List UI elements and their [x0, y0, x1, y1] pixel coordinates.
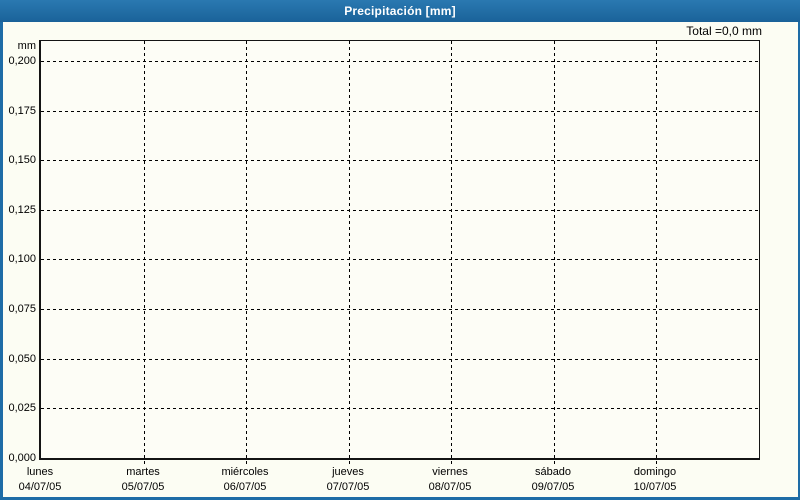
- y-gridline: [41, 61, 759, 62]
- y-axis-unit-label: mm: [17, 40, 36, 52]
- y-tick-label: 0,175: [8, 105, 36, 117]
- x-day-label: domingo 10/07/05: [600, 465, 710, 495]
- x-day-label: martes 05/07/05: [88, 465, 198, 495]
- chart-title: Precipitación [mm]: [344, 4, 456, 18]
- x-day-date: 09/07/05: [531, 481, 575, 493]
- y-tick-label: 0,100: [8, 253, 36, 265]
- chart-window: Precipitación [mm] Total =0,0 mm mm 0,20…: [0, 0, 800, 500]
- x-gridline: [656, 41, 657, 465]
- x-gridline: [349, 41, 350, 465]
- y-tick-label: 0,075: [8, 303, 36, 315]
- y-tick-label: 0,025: [8, 402, 36, 414]
- total-label: Total =0,0 mm: [686, 24, 762, 38]
- y-gridline: [41, 160, 759, 161]
- x-day-label: miércoles 06/07/05: [190, 465, 300, 495]
- plot-area: [39, 40, 760, 465]
- y-gridline: [41, 259, 759, 260]
- x-day-date: 05/07/05: [121, 481, 165, 493]
- y-tick-label: 0,150: [8, 154, 36, 166]
- y-gridline: [41, 309, 759, 310]
- x-gridline: [451, 41, 452, 465]
- x-day-label: jueves 07/07/05: [293, 465, 403, 495]
- y-gridline: [41, 111, 759, 112]
- y-gridline: [41, 408, 759, 409]
- x-day-name: jueves: [332, 466, 364, 478]
- y-tick-label: 0,050: [8, 353, 36, 365]
- x-day-name: viernes: [432, 466, 468, 478]
- x-day-date: 08/07/05: [428, 481, 472, 493]
- x-day-date: 04/07/05: [18, 481, 62, 493]
- x-day-label: viernes 08/07/05: [395, 465, 505, 495]
- chart-panel: Total =0,0 mm mm 0,200 0,175 0,150 0,125 0,1…: [3, 22, 798, 497]
- x-day-date: 06/07/05: [223, 481, 267, 493]
- x-day-name: miércoles: [221, 466, 269, 478]
- x-gridline: [554, 41, 555, 465]
- y-gridline: [41, 210, 759, 211]
- x-day-date: 07/07/05: [326, 481, 370, 493]
- x-gridline: [144, 41, 145, 465]
- x-day-name: sábado: [534, 466, 572, 478]
- plot-grid: [41, 41, 759, 465]
- x-gridline: [246, 41, 247, 465]
- x-day-name: martes: [126, 466, 160, 478]
- x-day-name: lunes: [26, 466, 54, 478]
- x-day-name: domingo: [633, 466, 677, 478]
- y-tick-label: 0,000: [8, 452, 36, 464]
- y-tick-label: 0,125: [8, 204, 36, 216]
- y-gridline: [41, 359, 759, 360]
- chart-title-bar: Precipitación [mm]: [0, 0, 800, 22]
- y-tick-label: 0,200: [8, 55, 36, 67]
- x-day-label: lunes 04/07/05: [0, 465, 95, 495]
- x-day-label: sábado 09/07/05: [498, 465, 608, 495]
- x-day-date: 10/07/05: [633, 481, 677, 493]
